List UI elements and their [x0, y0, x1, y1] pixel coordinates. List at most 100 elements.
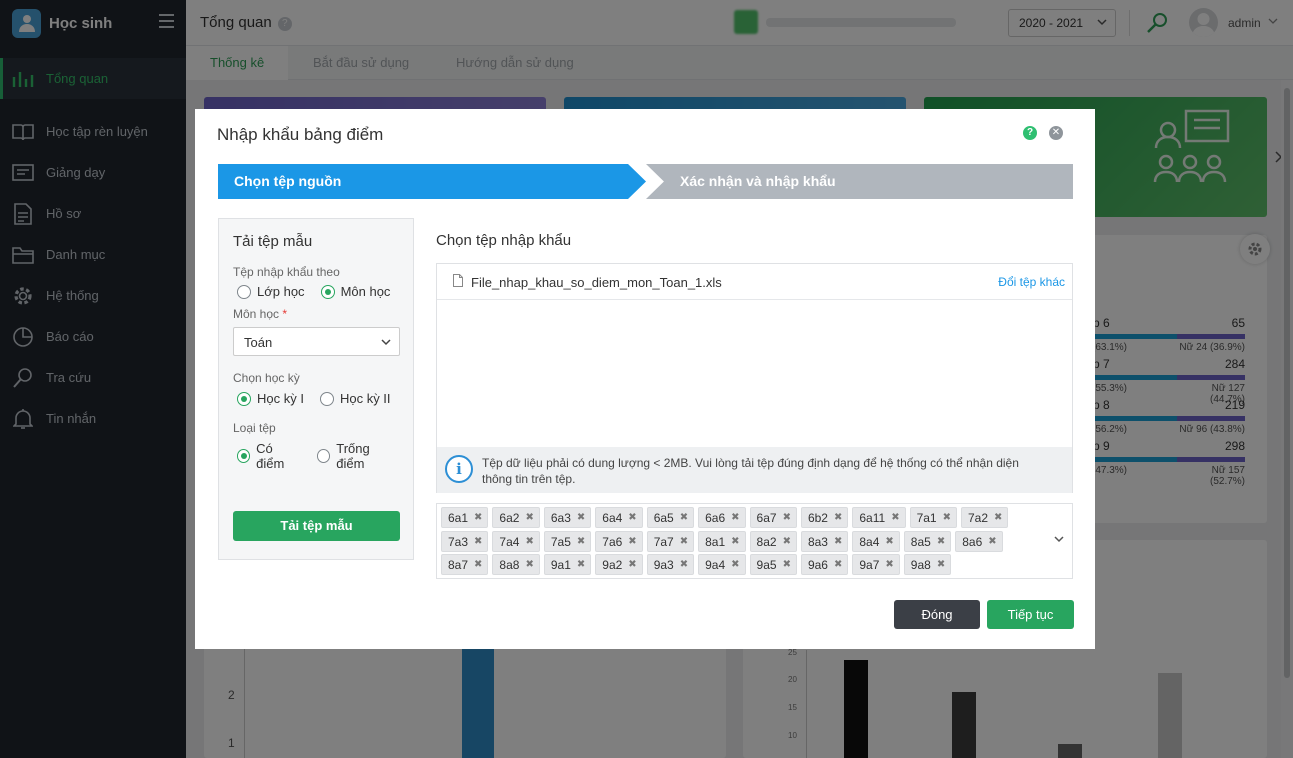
- step-choose-source: Chọn tệp nguồn: [218, 164, 646, 199]
- class-tag-label: 8a1: [705, 534, 726, 549]
- class-tag-label: 6a5: [653, 511, 674, 525]
- chevron-down-icon[interactable]: [1054, 534, 1064, 544]
- radio-lop-hoc[interactable]: Lớp học: [237, 284, 305, 299]
- file-icon: [453, 274, 463, 287]
- help-icon[interactable]: ?: [1023, 126, 1037, 140]
- remove-tag-icon[interactable]: ✖: [783, 558, 791, 574]
- class-tag: 9a1 ✖: [543, 554, 592, 575]
- radio-circle[interactable]: [319, 391, 334, 406]
- remove-tag-icon[interactable]: ✖: [680, 535, 688, 551]
- class-tag-label: 6a11: [859, 511, 886, 525]
- remove-tag-icon[interactable]: ✖: [731, 535, 739, 551]
- class-tag: 8a5 ✖: [903, 530, 952, 552]
- class-tag-label: 6a1: [448, 511, 469, 525]
- class-tag-label: 9a6: [807, 558, 828, 572]
- change-file-link[interactable]: Đổi tệp khác: [998, 275, 1065, 289]
- class-tag-label: 7a4: [499, 534, 520, 549]
- class-tag: 6a11 ✖: [852, 507, 906, 528]
- class-tag: 7a2 ✖: [961, 507, 1009, 528]
- class-tag-label: 8a2: [756, 534, 777, 549]
- radio-circle[interactable]: [237, 391, 251, 406]
- class-tag-label: 9a7: [859, 558, 880, 572]
- remove-tag-icon[interactable]: ✖: [885, 558, 893, 574]
- class-tag: 6a2 ✖: [492, 507, 540, 528]
- import-title: Chọn tệp nhập khẩu: [436, 232, 572, 249]
- class-tag: 9a6 ✖: [800, 554, 849, 575]
- radio-co-diem[interactable]: Có điểm: [237, 441, 301, 471]
- remove-tag-icon[interactable]: ✖: [474, 535, 482, 551]
- radio-trong-diem[interactable]: Trống điểm: [317, 441, 397, 471]
- remove-tag-icon[interactable]: ✖: [937, 558, 945, 574]
- remove-tag-icon[interactable]: ✖: [525, 511, 533, 527]
- remove-tag-icon[interactable]: ✖: [577, 558, 585, 574]
- remove-tag-icon[interactable]: ✖: [628, 535, 636, 551]
- class-tag: 8a6 ✖: [955, 530, 1003, 552]
- remove-tag-icon[interactable]: ✖: [834, 535, 842, 551]
- remove-tag-icon[interactable]: ✖: [994, 511, 1002, 527]
- remove-tag-icon[interactable]: ✖: [731, 511, 739, 527]
- radio-circle[interactable]: [237, 284, 251, 299]
- class-tag-label: 8a7: [448, 558, 469, 572]
- remove-tag-icon[interactable]: ✖: [834, 511, 842, 527]
- file-drop-area[interactable]: File_nhap_khau_so_diem_mon_Toan_1.xls Đổ…: [436, 263, 1073, 493]
- remove-tag-icon[interactable]: ✖: [885, 535, 893, 551]
- class-tag: 9a7 ✖: [852, 554, 900, 575]
- class-tag: 7a1 ✖: [909, 507, 957, 528]
- radio-circle[interactable]: [237, 449, 251, 463]
- file-type-label: Loại tệp: [233, 421, 276, 435]
- remove-tag-icon[interactable]: ✖: [834, 558, 842, 574]
- radio-mon-hoc[interactable]: Môn học: [320, 284, 390, 299]
- remove-tag-icon[interactable]: ✖: [525, 535, 533, 551]
- radio-circle[interactable]: [320, 284, 335, 299]
- subject-select[interactable]: Toán: [233, 327, 400, 356]
- class-tag-label: 7a5: [550, 534, 571, 549]
- close-button[interactable]: Đóng: [894, 600, 980, 629]
- remove-tag-icon[interactable]: ✖: [988, 535, 996, 551]
- radio-circle[interactable]: [317, 449, 331, 463]
- class-tag: 6a3 ✖: [543, 507, 592, 528]
- info-icon: i: [445, 455, 473, 483]
- semester-radios: Học kỳ I Học kỳ II: [237, 391, 407, 406]
- radio-hoc-ky-1[interactable]: Học kỳ I: [237, 391, 304, 406]
- class-tag: 6a5 ✖: [646, 507, 695, 528]
- remove-tag-icon[interactable]: ✖: [783, 511, 791, 527]
- remove-tag-icon[interactable]: ✖: [891, 511, 899, 527]
- remove-tag-icon[interactable]: ✖: [680, 511, 688, 527]
- remove-tag-icon[interactable]: ✖: [680, 558, 688, 574]
- class-tag: 6a6 ✖: [698, 507, 746, 528]
- remove-tag-icon[interactable]: ✖: [525, 558, 533, 574]
- remove-tag-icon[interactable]: ✖: [628, 558, 636, 574]
- remove-tag-icon[interactable]: ✖: [731, 558, 739, 574]
- import-by-radios: Lớp học Môn học: [237, 284, 406, 299]
- file-info-notice: i Tệp dữ liệu phải có dung lượng < 2MB. …: [437, 447, 1072, 493]
- radio-hoc-ky-2[interactable]: Học kỳ II: [319, 391, 391, 406]
- download-template-button[interactable]: Tải tệp mẫu: [233, 511, 400, 541]
- class-tag: 8a7 ✖: [441, 554, 489, 575]
- remove-tag-icon[interactable]: ✖: [577, 511, 585, 527]
- remove-tag-icon[interactable]: ✖: [577, 535, 585, 551]
- remove-tag-icon[interactable]: ✖: [783, 535, 791, 551]
- class-tag: 9a8 ✖: [903, 554, 952, 575]
- modal-title: Nhập khẩu bảng điểm: [217, 125, 384, 144]
- remove-tag-icon[interactable]: ✖: [943, 511, 951, 527]
- class-tag-label: 7a6: [602, 534, 623, 549]
- remove-tag-icon[interactable]: ✖: [937, 535, 945, 551]
- class-multiselect[interactable]: 6a1 ✖ 6a2 ✖ 6a3 ✖ 6a4 ✖ 6a5 ✖ 6a6 ✖ 6a7 ✖ 6b2 ✖ 6a11 ✖ 7a1…: [436, 503, 1073, 579]
- remove-tag-icon[interactable]: ✖: [474, 558, 482, 574]
- close-icon[interactable]: ✕: [1049, 126, 1063, 140]
- remove-tag-icon[interactable]: ✖: [474, 511, 482, 527]
- class-tag-label: 7a3: [448, 534, 469, 549]
- class-tag: 8a4 ✖: [852, 530, 900, 552]
- import-grades-modal: Nhập khẩu bảng điểm ? ✕ Chọn tệp nguồn X…: [195, 109, 1095, 649]
- class-tag-label: 9a8: [910, 558, 931, 572]
- wizard-steps: Chọn tệp nguồn Xác nhận và nhập khẩu: [218, 164, 1073, 199]
- class-tag-label: 9a4: [705, 558, 726, 572]
- remove-tag-icon[interactable]: ✖: [628, 511, 636, 527]
- class-tag-label: 6a2: [499, 511, 520, 525]
- class-tag: 6b2 ✖: [800, 507, 849, 528]
- class-tag: 9a2 ✖: [595, 554, 643, 575]
- class-tag-label: 9a5: [756, 558, 777, 572]
- class-tag-label: 7a1: [916, 511, 937, 525]
- class-tag-label: 9a1: [550, 558, 571, 572]
- continue-button[interactable]: Tiếp tục: [987, 600, 1074, 629]
